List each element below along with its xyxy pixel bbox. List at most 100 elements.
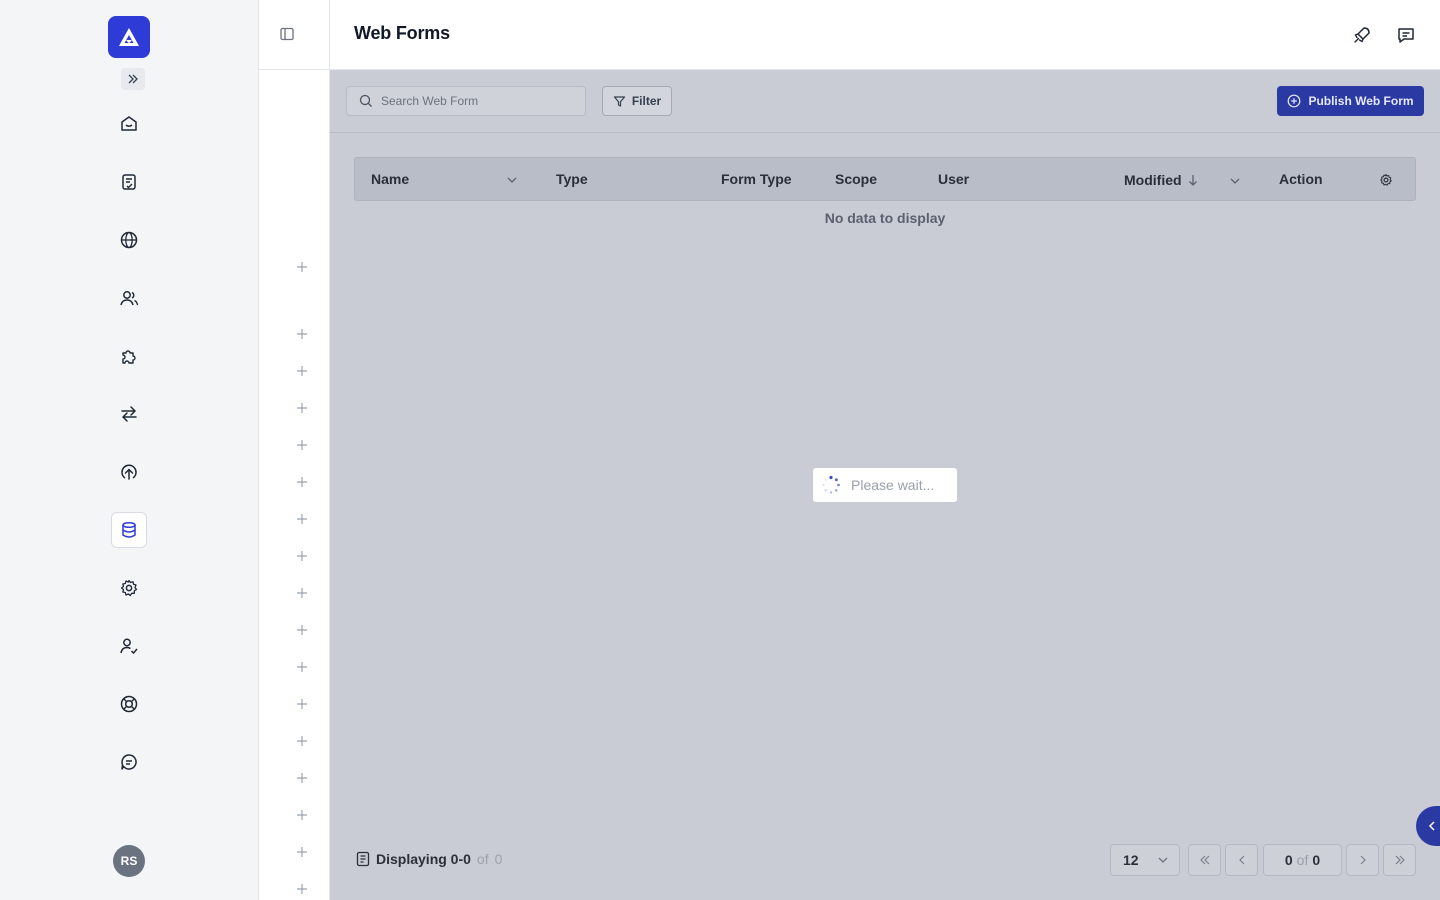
add-item-button[interactable] (293, 510, 311, 528)
nav-user-access[interactable] (111, 628, 147, 664)
transfer-icon (121, 406, 137, 422)
puzzle-icon (122, 350, 136, 364)
add-item-button[interactable] (293, 880, 311, 898)
panel-divider (259, 69, 330, 70)
column-header-type[interactable]: Type (556, 171, 588, 187)
sidebar-panel-icon (280, 27, 294, 41)
add-item-button[interactable] (293, 362, 311, 380)
side-drawer-toggle[interactable] (1416, 806, 1440, 846)
nav-database[interactable] (111, 512, 147, 548)
chevrons-right-icon (128, 74, 138, 84)
column-header-action: Action (1279, 171, 1323, 187)
last-page-button[interactable] (1383, 844, 1416, 876)
add-item-button[interactable] (293, 843, 311, 861)
add-item-button[interactable] (293, 399, 311, 417)
document-icon (356, 851, 370, 867)
gear-icon (120, 579, 138, 597)
plus-icon (297, 810, 307, 820)
loading-indicator: Please wait... (813, 468, 957, 502)
nav-users[interactable] (111, 280, 147, 316)
page-header: Web Forms (330, 0, 1440, 70)
secondary-panel (259, 0, 330, 900)
home-icon (121, 116, 137, 131)
first-page-button[interactable] (1188, 844, 1221, 876)
nav-messages[interactable] (111, 744, 147, 780)
page-of-label: of (1296, 852, 1309, 868)
chevron-right-icon (1360, 855, 1366, 865)
sidebar-toggle-button[interactable] (277, 24, 297, 44)
nav-documents[interactable] (111, 164, 147, 200)
publish-web-form-button[interactable]: Publish Web Form (1277, 86, 1424, 116)
plus-icon (297, 329, 307, 339)
logo-icon (119, 28, 139, 46)
add-item-button[interactable] (293, 658, 311, 676)
arrow-down-icon (1188, 175, 1197, 186)
lifebuoy-icon (120, 695, 138, 713)
page-size-value: 12 (1123, 852, 1139, 868)
previous-page-button[interactable] (1225, 844, 1258, 876)
table-header: Name Type Form Type Scope User Modified … (354, 157, 1416, 201)
pagination-summary: Displaying 0-0 of 0 (356, 851, 502, 867)
add-item-button[interactable] (293, 473, 311, 491)
nav-home[interactable] (111, 106, 147, 142)
filter-label: Filter (631, 94, 662, 108)
nav-integrations[interactable] (111, 338, 147, 374)
page-title: Web Forms (354, 23, 450, 43)
toolbar-divider (330, 132, 1440, 133)
page-size-select[interactable]: 12 (1110, 844, 1180, 876)
add-item-button[interactable] (293, 258, 311, 276)
nav-settings[interactable] (111, 570, 147, 606)
plus-icon (297, 662, 307, 672)
add-item-button[interactable] (293, 769, 311, 787)
spinner-icon (822, 475, 840, 494)
plus-icon (297, 477, 307, 487)
user-avatar[interactable]: RS (113, 845, 145, 877)
nav-transfers[interactable] (111, 396, 147, 432)
search-input[interactable] (381, 94, 571, 108)
main-content: Filter Publish Web Form Name Type Form T… (330, 70, 1440, 900)
search-box[interactable] (346, 86, 586, 116)
users-icon (120, 291, 139, 306)
add-item-button[interactable] (293, 621, 311, 639)
chevron-down-icon[interactable] (1229, 176, 1241, 186)
left-rail: RS (0, 0, 259, 900)
loading-text: Please wait... (851, 477, 935, 493)
announcements-button[interactable] (1350, 23, 1374, 47)
plus-icon (297, 440, 307, 450)
add-item-button[interactable] (293, 584, 311, 602)
add-item-button[interactable] (293, 547, 311, 565)
column-header-user[interactable]: User (938, 171, 969, 187)
add-item-button[interactable] (293, 695, 311, 713)
chevrons-right-icon (1395, 855, 1405, 865)
column-header-scope[interactable]: Scope (835, 171, 877, 187)
expand-rail-button[interactable] (121, 68, 145, 90)
plus-circle-icon (1288, 94, 1301, 108)
column-header-name[interactable]: Name (371, 171, 409, 187)
plus-icon (297, 884, 307, 894)
chevron-left-icon (1238, 855, 1244, 865)
column-header-modified[interactable]: Modified (1124, 172, 1198, 188)
column-header-form-type[interactable]: Form Type (721, 171, 792, 187)
rocket-icon (1354, 27, 1370, 43)
add-item-button[interactable] (293, 436, 311, 454)
add-item-button[interactable] (293, 325, 311, 343)
displaying-range: Displaying 0-0 (376, 851, 471, 867)
upload-circle-icon (121, 464, 137, 480)
feedback-button[interactable] (1394, 23, 1418, 47)
plus-icon (297, 514, 307, 524)
chat-icon (121, 754, 137, 770)
chevron-down-icon[interactable] (506, 175, 518, 185)
app-logo[interactable] (108, 16, 150, 58)
add-item-button[interactable] (293, 732, 311, 750)
chevrons-left-icon (1199, 855, 1209, 865)
plus-icon (297, 551, 307, 561)
add-item-button[interactable] (293, 806, 311, 824)
filter-button[interactable]: Filter (602, 86, 672, 116)
empty-state-text: No data to display (824, 210, 946, 226)
nav-publish[interactable] (111, 454, 147, 490)
gear-icon[interactable] (1379, 173, 1393, 187)
next-page-button[interactable] (1346, 844, 1379, 876)
nav-support[interactable] (111, 686, 147, 722)
nav-web[interactable] (111, 222, 147, 258)
chevron-down-icon (1158, 857, 1168, 863)
